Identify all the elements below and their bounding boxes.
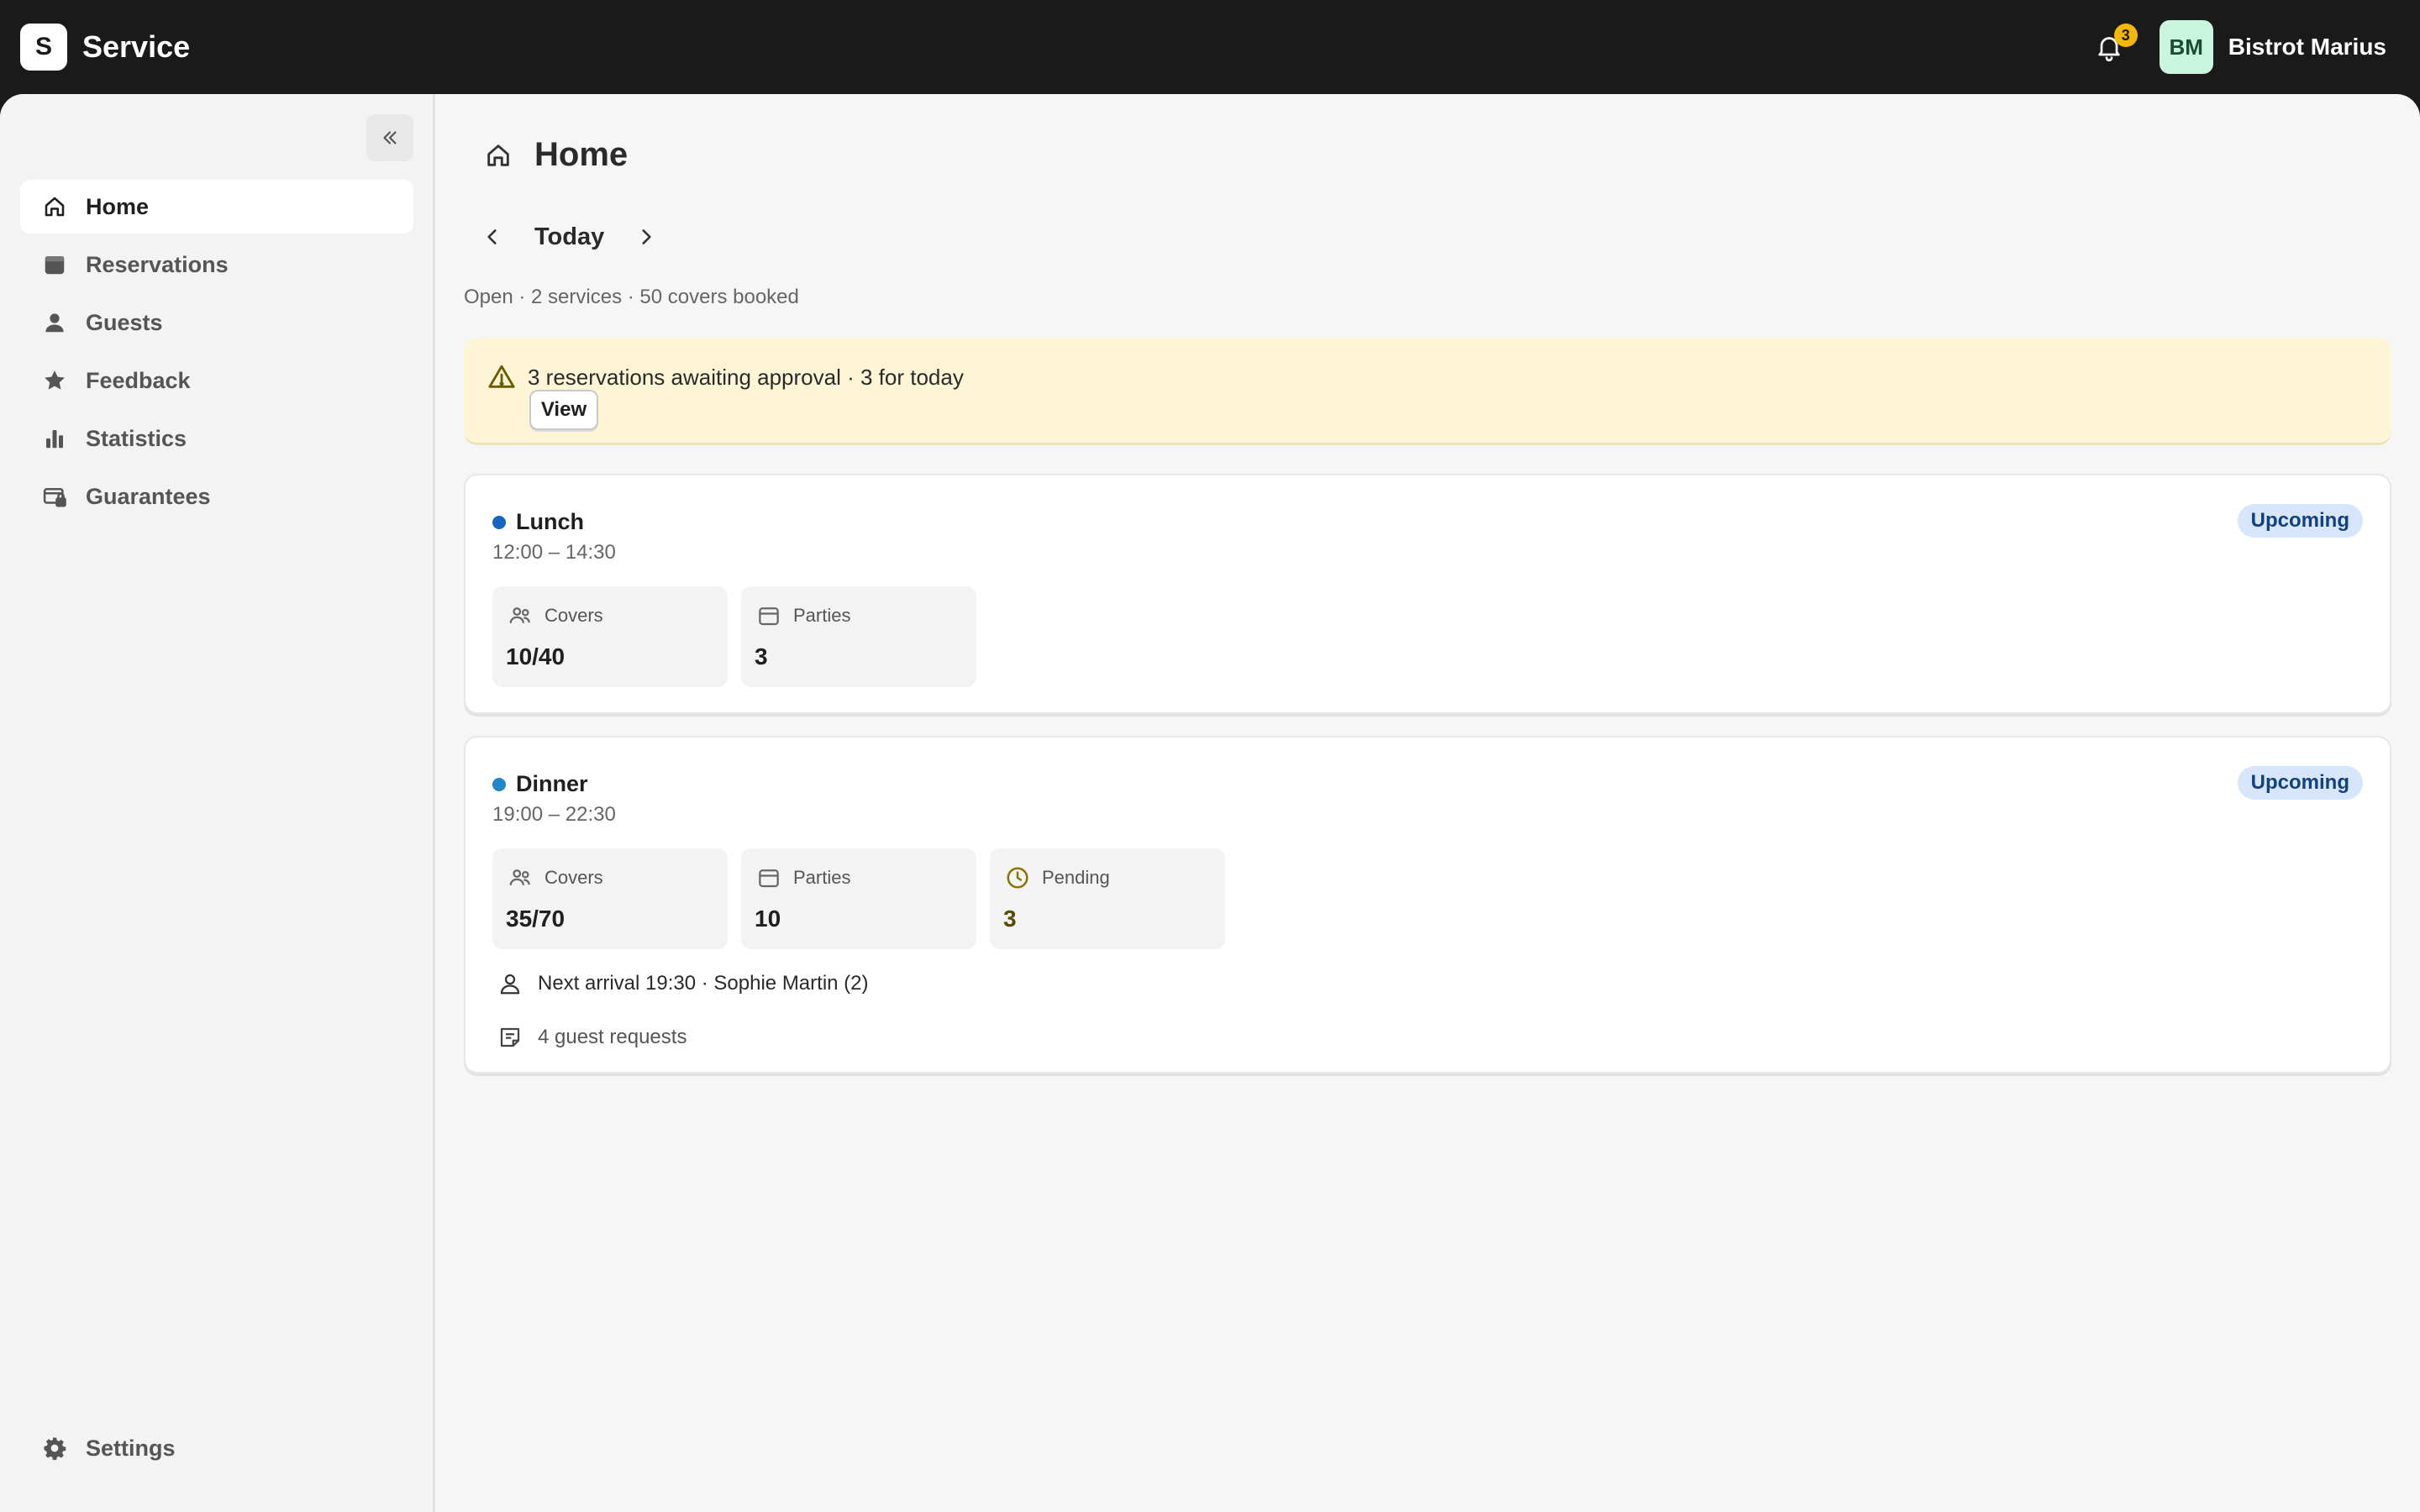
brand[interactable]: S Service xyxy=(20,24,190,71)
collapse-sidebar-button[interactable] xyxy=(366,114,413,161)
service-name: Dinner xyxy=(516,771,588,796)
sidebar-item-label: Settings xyxy=(86,1435,176,1461)
guest-requests-text: 4 guest requests xyxy=(538,1026,687,1048)
warning-icon xyxy=(488,365,515,388)
view-button[interactable]: View xyxy=(529,390,598,430)
star-icon xyxy=(40,366,69,395)
service-time: 19:00 – 22:30 xyxy=(492,803,616,826)
sidebar-item-statistics[interactable]: Statistics xyxy=(20,412,413,465)
app-logo: S xyxy=(20,24,67,71)
chevron-left-icon xyxy=(487,229,497,244)
card-lock-icon xyxy=(40,482,69,511)
sidebar-item-label: Guarantees xyxy=(86,483,211,509)
sidebar-item-home[interactable]: Home xyxy=(20,180,413,234)
main-content: Home Today Open · 2 services · 50 covers… xyxy=(464,94,2391,1512)
stat-value: 3 xyxy=(1003,906,1017,932)
status-badge: Upcoming xyxy=(2237,504,2363,538)
app-frame: Home Reservations Guests Feedback Statis… xyxy=(0,94,2420,1512)
stat-pending: Pending 3 xyxy=(990,848,1225,949)
service-time: 12:00 – 14:30 xyxy=(492,541,616,564)
alert-text: 3 reservations awaiting approval · 3 for… xyxy=(528,365,964,390)
home-icon xyxy=(40,192,69,221)
chevron-right-icon xyxy=(642,229,651,244)
app-name: Service xyxy=(82,29,191,64)
sidebar-item-label: Home xyxy=(86,193,150,219)
stat-label: Parties xyxy=(793,867,851,888)
stat-value: 10 xyxy=(755,906,781,932)
service-card-dinner[interactable]: Dinner 19:00 – 22:30 Upcoming Covers 35/… xyxy=(464,736,2391,1074)
next-arrival-text: Next arrival 19:30 · Sophie Martin (2) xyxy=(538,972,869,995)
stat-label: Covers xyxy=(544,605,603,626)
approval-alert: 3 reservations awaiting approval · 3 for… xyxy=(464,338,2391,445)
current-date-label[interactable]: Today xyxy=(534,223,604,251)
stat-label: Covers xyxy=(544,867,603,888)
service-stats: Covers 35/70 Parties 10 Pending 3 xyxy=(492,848,1239,949)
stat-value: 35/70 xyxy=(506,906,566,932)
next-arrival: Next arrival 19:30 · Sophie Martin (2) xyxy=(497,971,869,996)
notification-badge: 3 xyxy=(2113,24,2138,47)
people-icon xyxy=(509,869,530,885)
stat-parties: Parties 10 xyxy=(741,848,976,949)
guest-requests[interactable]: 4 guest requests xyxy=(497,1025,687,1050)
calendar-icon xyxy=(40,250,69,279)
sidebar-item-guests[interactable]: Guests xyxy=(20,296,413,349)
service-name: Lunch xyxy=(516,509,584,534)
sidebar-item-label: Reservations xyxy=(86,251,229,277)
account-name[interactable]: Bistrot Marius xyxy=(2228,34,2386,60)
sidebar-item-reservations[interactable]: Reservations xyxy=(20,238,413,291)
service-dot xyxy=(492,515,506,529)
stat-parties: Parties 3 xyxy=(741,586,976,687)
double-chevron-left-icon xyxy=(383,131,397,144)
sidebar: Home Reservations Guests Feedback Statis… xyxy=(0,94,435,1512)
sidebar-item-label: Guests xyxy=(86,309,163,335)
people-icon xyxy=(509,607,530,623)
calendar-icon xyxy=(759,869,779,888)
home-icon xyxy=(487,144,509,166)
date-navigator: Today xyxy=(476,220,663,254)
service-card-lunch[interactable]: Lunch 12:00 – 14:30 Upcoming Covers 10/4… xyxy=(464,474,2391,714)
note-icon xyxy=(500,1027,520,1047)
status-badge: Upcoming xyxy=(2237,766,2363,800)
stat-value: 3 xyxy=(755,643,768,669)
sidebar-item-settings[interactable]: Settings xyxy=(20,1421,413,1475)
stat-value: 10/40 xyxy=(506,643,566,669)
gear-icon xyxy=(40,1434,69,1462)
avatar[interactable]: BM xyxy=(2159,20,2213,74)
stat-covers: Covers 35/70 xyxy=(492,848,728,949)
service-stats: Covers 10/40 Parties 3 xyxy=(492,586,990,687)
sidebar-nav: Home Reservations Guests Feedback Statis… xyxy=(20,180,413,528)
stat-label: Pending xyxy=(1042,867,1110,888)
sidebar-item-label: Statistics xyxy=(86,425,187,451)
previous-day-button[interactable] xyxy=(476,220,509,254)
calendar-icon xyxy=(759,607,779,626)
bar-chart-icon xyxy=(40,424,69,453)
page-header: Home xyxy=(484,136,628,174)
top-bar: S Service 3 BM Bistrot Marius xyxy=(0,0,2420,94)
next-day-button[interactable] xyxy=(629,220,663,254)
person-icon xyxy=(500,974,520,995)
stat-label: Parties xyxy=(793,605,851,626)
notifications-button[interactable]: 3 xyxy=(2084,22,2138,72)
page-title: Home xyxy=(534,136,629,173)
sidebar-item-guarantees[interactable]: Guarantees xyxy=(20,470,413,523)
service-dot xyxy=(492,777,506,791)
person-icon xyxy=(40,308,69,337)
day-summary: Open · 2 services · 50 covers booked xyxy=(464,286,799,308)
clock-icon xyxy=(1007,867,1028,889)
sidebar-item-label: Feedback xyxy=(86,367,191,393)
sidebar-item-feedback[interactable]: Feedback xyxy=(20,354,413,407)
stat-covers: Covers 10/40 xyxy=(492,586,728,687)
